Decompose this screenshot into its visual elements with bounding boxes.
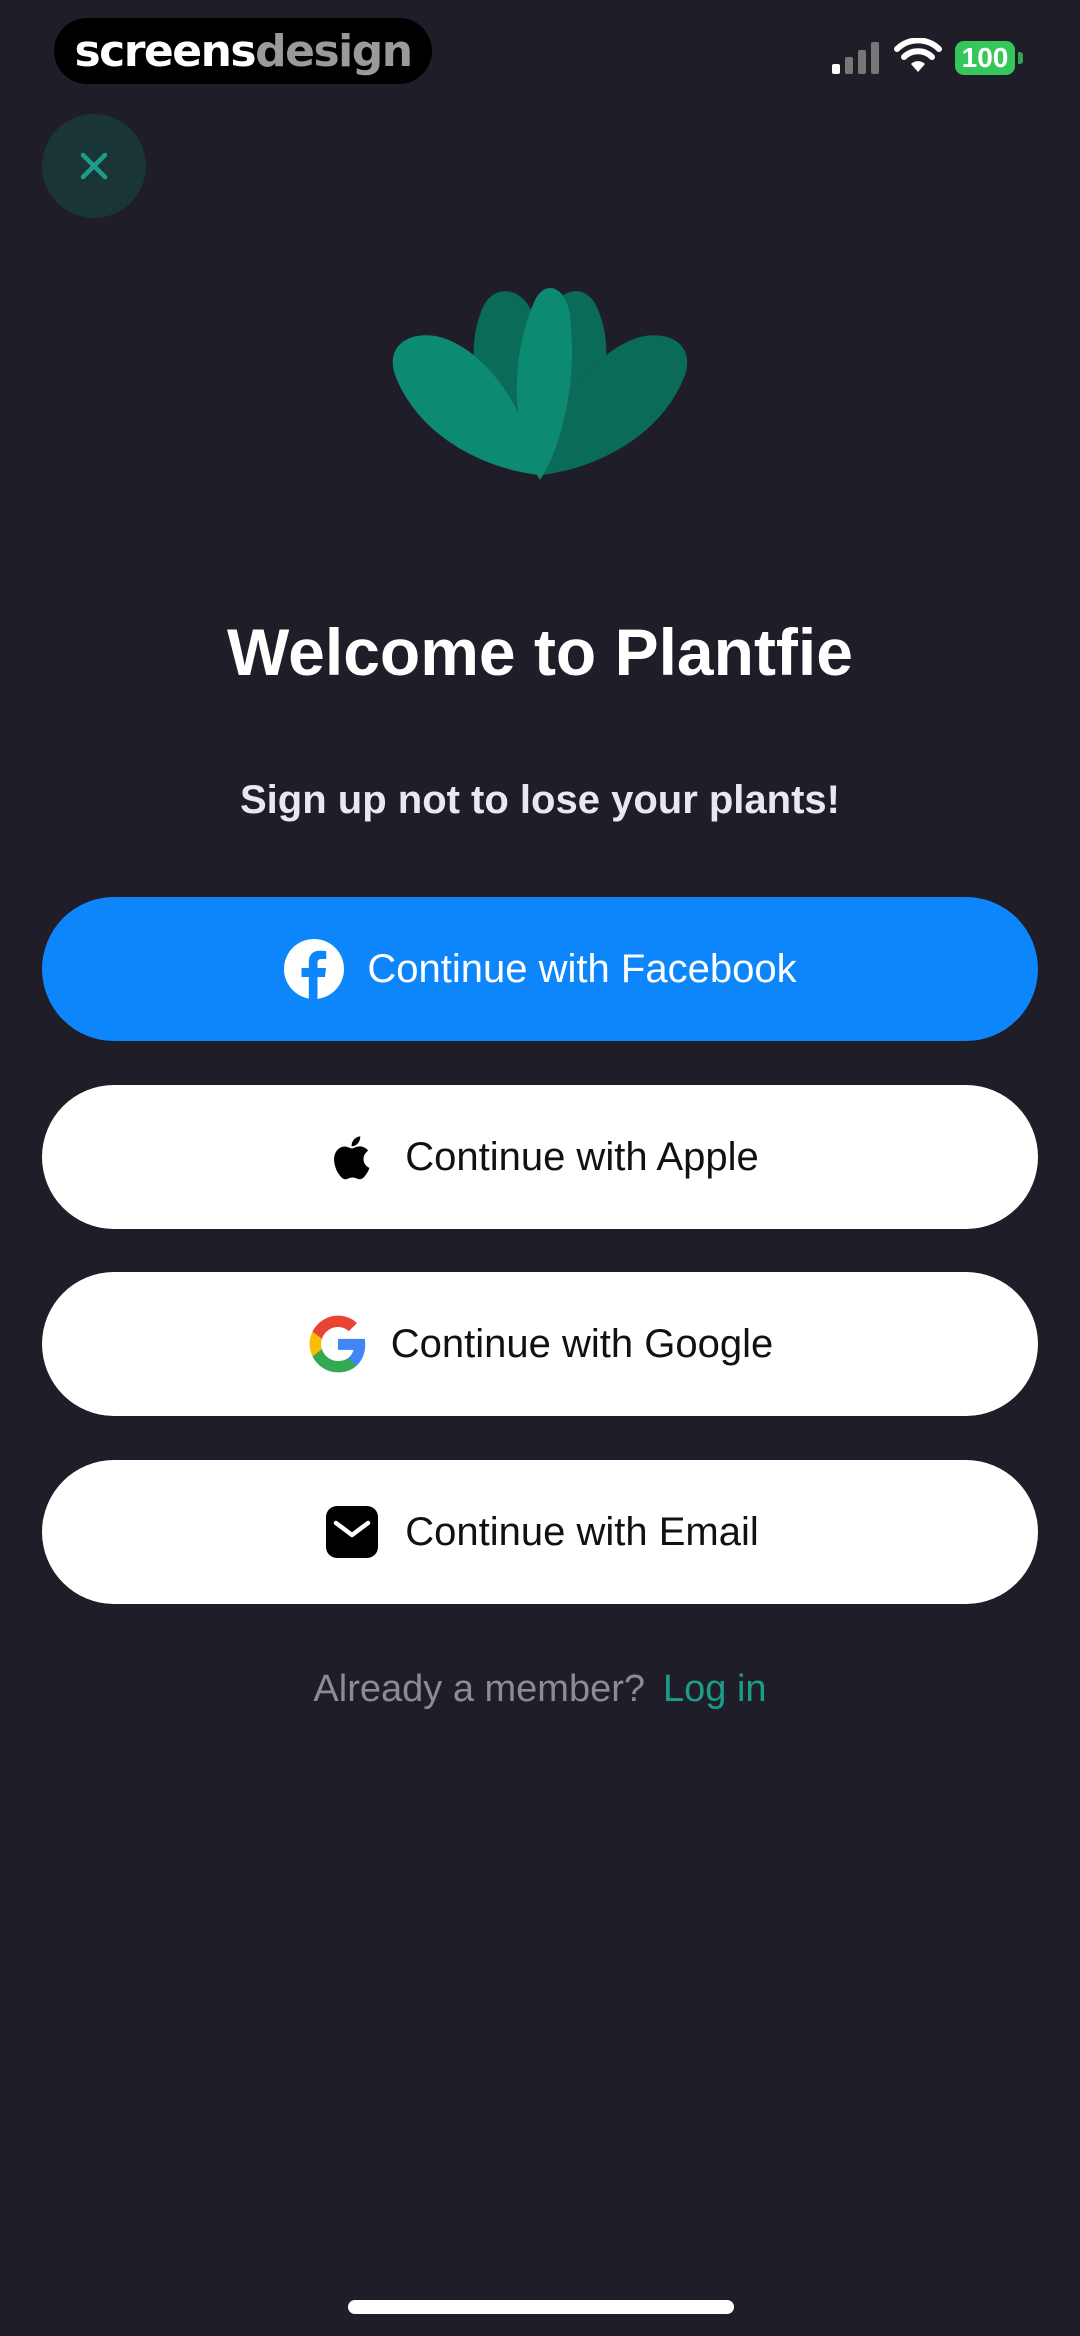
page-title: Welcome to Plantfie: [227, 615, 853, 689]
brand-watermark: screens design: [54, 18, 432, 84]
close-button[interactable]: [42, 114, 146, 218]
login-screen: screens design 100 Welcome to Plantfie Si…: [0, 0, 1080, 2336]
signal-icon: [832, 42, 879, 74]
login-link[interactable]: Log in: [663, 1668, 767, 1710]
continue-google-button[interactable]: Continue with Google: [42, 1272, 1038, 1416]
continue-facebook-label: Continue with Facebook: [367, 946, 797, 991]
continue-email-button[interactable]: Continue with Email: [42, 1460, 1038, 1604]
google-icon: [307, 1313, 369, 1375]
facebook-icon: [283, 938, 345, 1000]
apple-icon: [321, 1126, 383, 1188]
brand-text-secondary: design: [255, 25, 413, 77]
home-indicator: [348, 2300, 734, 2314]
plant-leaves-logo: [392, 288, 688, 480]
battery-level: 100: [961, 42, 1009, 73]
mail-icon: [321, 1501, 383, 1563]
login-prompt: Already a member? Log in: [0, 1668, 1080, 1711]
brand-text-primary: screens: [74, 25, 256, 77]
battery-tip: [1018, 52, 1023, 64]
continue-apple-button[interactable]: Continue with Apple: [42, 1085, 1038, 1229]
continue-apple-label: Continue with Apple: [405, 1134, 759, 1179]
wifi-icon: [894, 38, 942, 72]
continue-google-label: Continue with Google: [390, 1321, 774, 1366]
close-icon: [80, 152, 108, 180]
page-subtitle: Sign up not to lose your plants!: [240, 778, 840, 822]
battery-indicator: 100: [955, 41, 1015, 75]
already-member-text: Already a member?: [313, 1668, 646, 1710]
continue-facebook-button[interactable]: Continue with Facebook: [42, 897, 1038, 1041]
continue-email-label: Continue with Email: [405, 1509, 759, 1554]
